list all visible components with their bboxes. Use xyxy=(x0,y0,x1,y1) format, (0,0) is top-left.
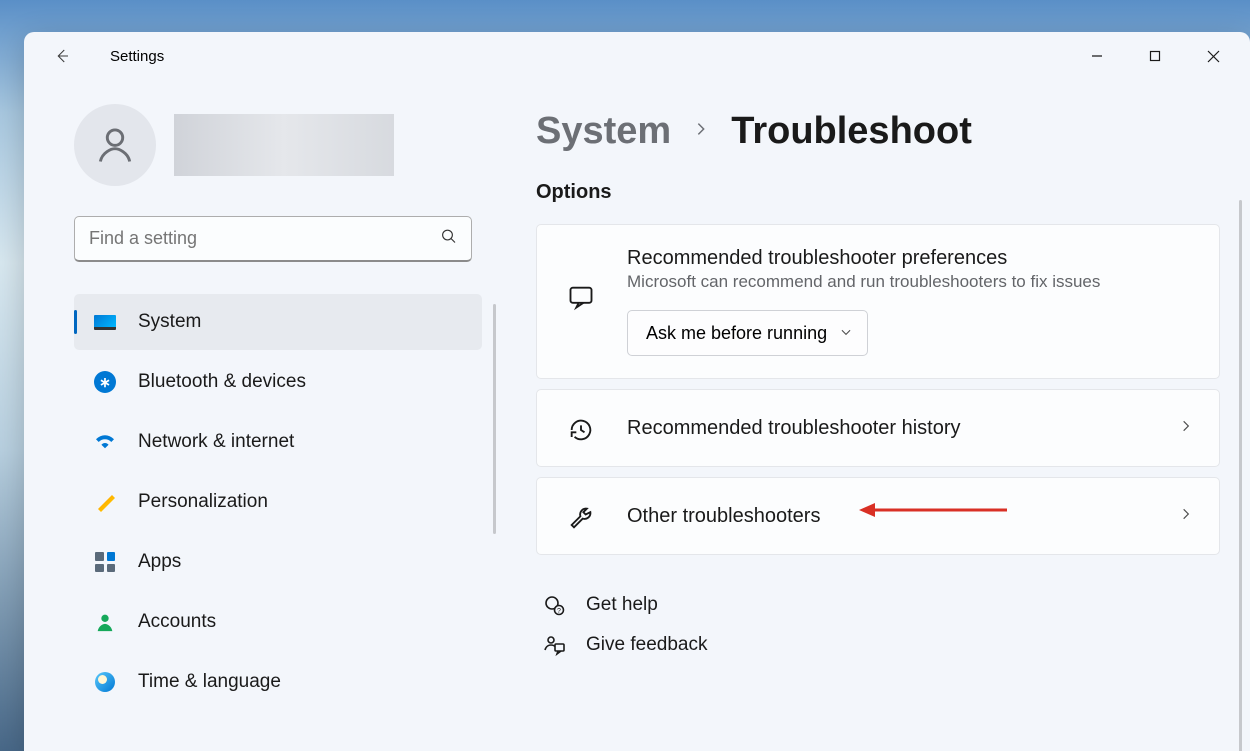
section-title: Options xyxy=(536,181,1220,204)
page-title: Troubleshoot xyxy=(731,110,972,153)
chat-icon xyxy=(563,283,599,311)
user-name-redacted xyxy=(174,114,394,176)
breadcrumb-parent[interactable]: System xyxy=(536,110,671,153)
sidebar-item-system[interactable]: System xyxy=(74,294,482,350)
globe-clock-icon xyxy=(92,669,118,695)
profile-block[interactable] xyxy=(74,104,484,186)
breadcrumb: System Troubleshoot xyxy=(536,110,1220,153)
app-title: Settings xyxy=(110,48,164,65)
troubleshooter-history-row[interactable]: Recommended troubleshooter history xyxy=(536,389,1220,467)
sidebar-item-personalization[interactable]: Personalization xyxy=(74,474,482,530)
other-troubleshooters-row[interactable]: Other troubleshooters xyxy=(536,477,1220,555)
maximize-button[interactable] xyxy=(1132,40,1178,72)
paint-icon xyxy=(92,489,118,515)
sidebar-item-label: Accounts xyxy=(138,611,216,633)
sidebar-item-time-language[interactable]: Time & language xyxy=(74,654,482,710)
accounts-icon xyxy=(92,609,118,635)
scrollbar[interactable] xyxy=(1239,200,1242,751)
card-title: Recommended troubleshooter preferences xyxy=(627,247,1193,270)
get-help-link[interactable]: ? Get help xyxy=(536,585,1220,625)
link-label: Get help xyxy=(586,594,658,616)
sidebar-item-label: Bluetooth & devices xyxy=(138,371,306,393)
sidebar-item-label: Time & language xyxy=(138,671,281,693)
row-title: Other troubleshooters xyxy=(627,505,1169,528)
chevron-right-icon xyxy=(1179,506,1193,527)
search-input[interactable] xyxy=(74,216,472,262)
sidebar-item-label: System xyxy=(138,311,201,333)
sidebar-item-bluetooth[interactable]: ∗ Bluetooth & devices xyxy=(74,354,482,410)
sidebar-item-network[interactable]: Network & internet xyxy=(74,414,482,470)
avatar xyxy=(74,104,156,186)
monitor-icon xyxy=(92,309,118,335)
apps-icon xyxy=(92,549,118,575)
wrench-icon xyxy=(563,504,599,532)
history-icon xyxy=(563,416,599,444)
sidebar-item-accounts[interactable]: Accounts xyxy=(74,594,482,650)
help-icon: ? xyxy=(536,593,572,617)
help-links: ? Get help Give feedback xyxy=(536,585,1220,665)
select-value: Ask me before running xyxy=(646,323,827,344)
person-icon xyxy=(93,123,137,167)
settings-window: Settings xyxy=(24,32,1250,751)
preference-select[interactable]: Ask me before running xyxy=(627,310,868,356)
link-label: Give feedback xyxy=(586,634,707,656)
search-field[interactable] xyxy=(74,216,472,262)
feedback-icon xyxy=(536,633,572,657)
give-feedback-link[interactable]: Give feedback xyxy=(536,625,1220,665)
svg-text:?: ? xyxy=(557,608,561,615)
minimize-button[interactable] xyxy=(1074,40,1120,72)
sidebar-item-apps[interactable]: Apps xyxy=(74,534,482,590)
row-title: Recommended troubleshooter history xyxy=(627,417,1169,440)
back-button[interactable] xyxy=(42,36,82,76)
chevron-right-icon xyxy=(1179,418,1193,439)
sidebar-item-label: Network & internet xyxy=(138,431,294,453)
card-subtitle: Microsoft can recommend and run troubles… xyxy=(627,272,1193,292)
troubleshooter-preferences-card: Recommended troubleshooter preferences M… xyxy=(536,224,1220,379)
chevron-down-icon xyxy=(839,323,853,344)
nav-list: System ∗ Bluetooth & devices Network & i… xyxy=(74,294,482,714)
bluetooth-icon: ∗ xyxy=(92,369,118,395)
chevron-right-icon xyxy=(693,118,709,145)
sidebar: System ∗ Bluetooth & devices Network & i… xyxy=(24,80,484,751)
minimize-icon xyxy=(1091,50,1103,62)
maximize-icon xyxy=(1149,50,1161,62)
close-button[interactable] xyxy=(1190,40,1236,72)
sidebar-item-label: Personalization xyxy=(138,491,268,513)
wifi-icon xyxy=(92,429,118,455)
titlebar: Settings xyxy=(24,32,1250,80)
content-area: System Troubleshoot Options Recommended … xyxy=(484,80,1250,751)
arrow-left-icon xyxy=(53,47,71,65)
close-icon xyxy=(1207,50,1220,63)
sidebar-item-label: Apps xyxy=(138,551,181,573)
